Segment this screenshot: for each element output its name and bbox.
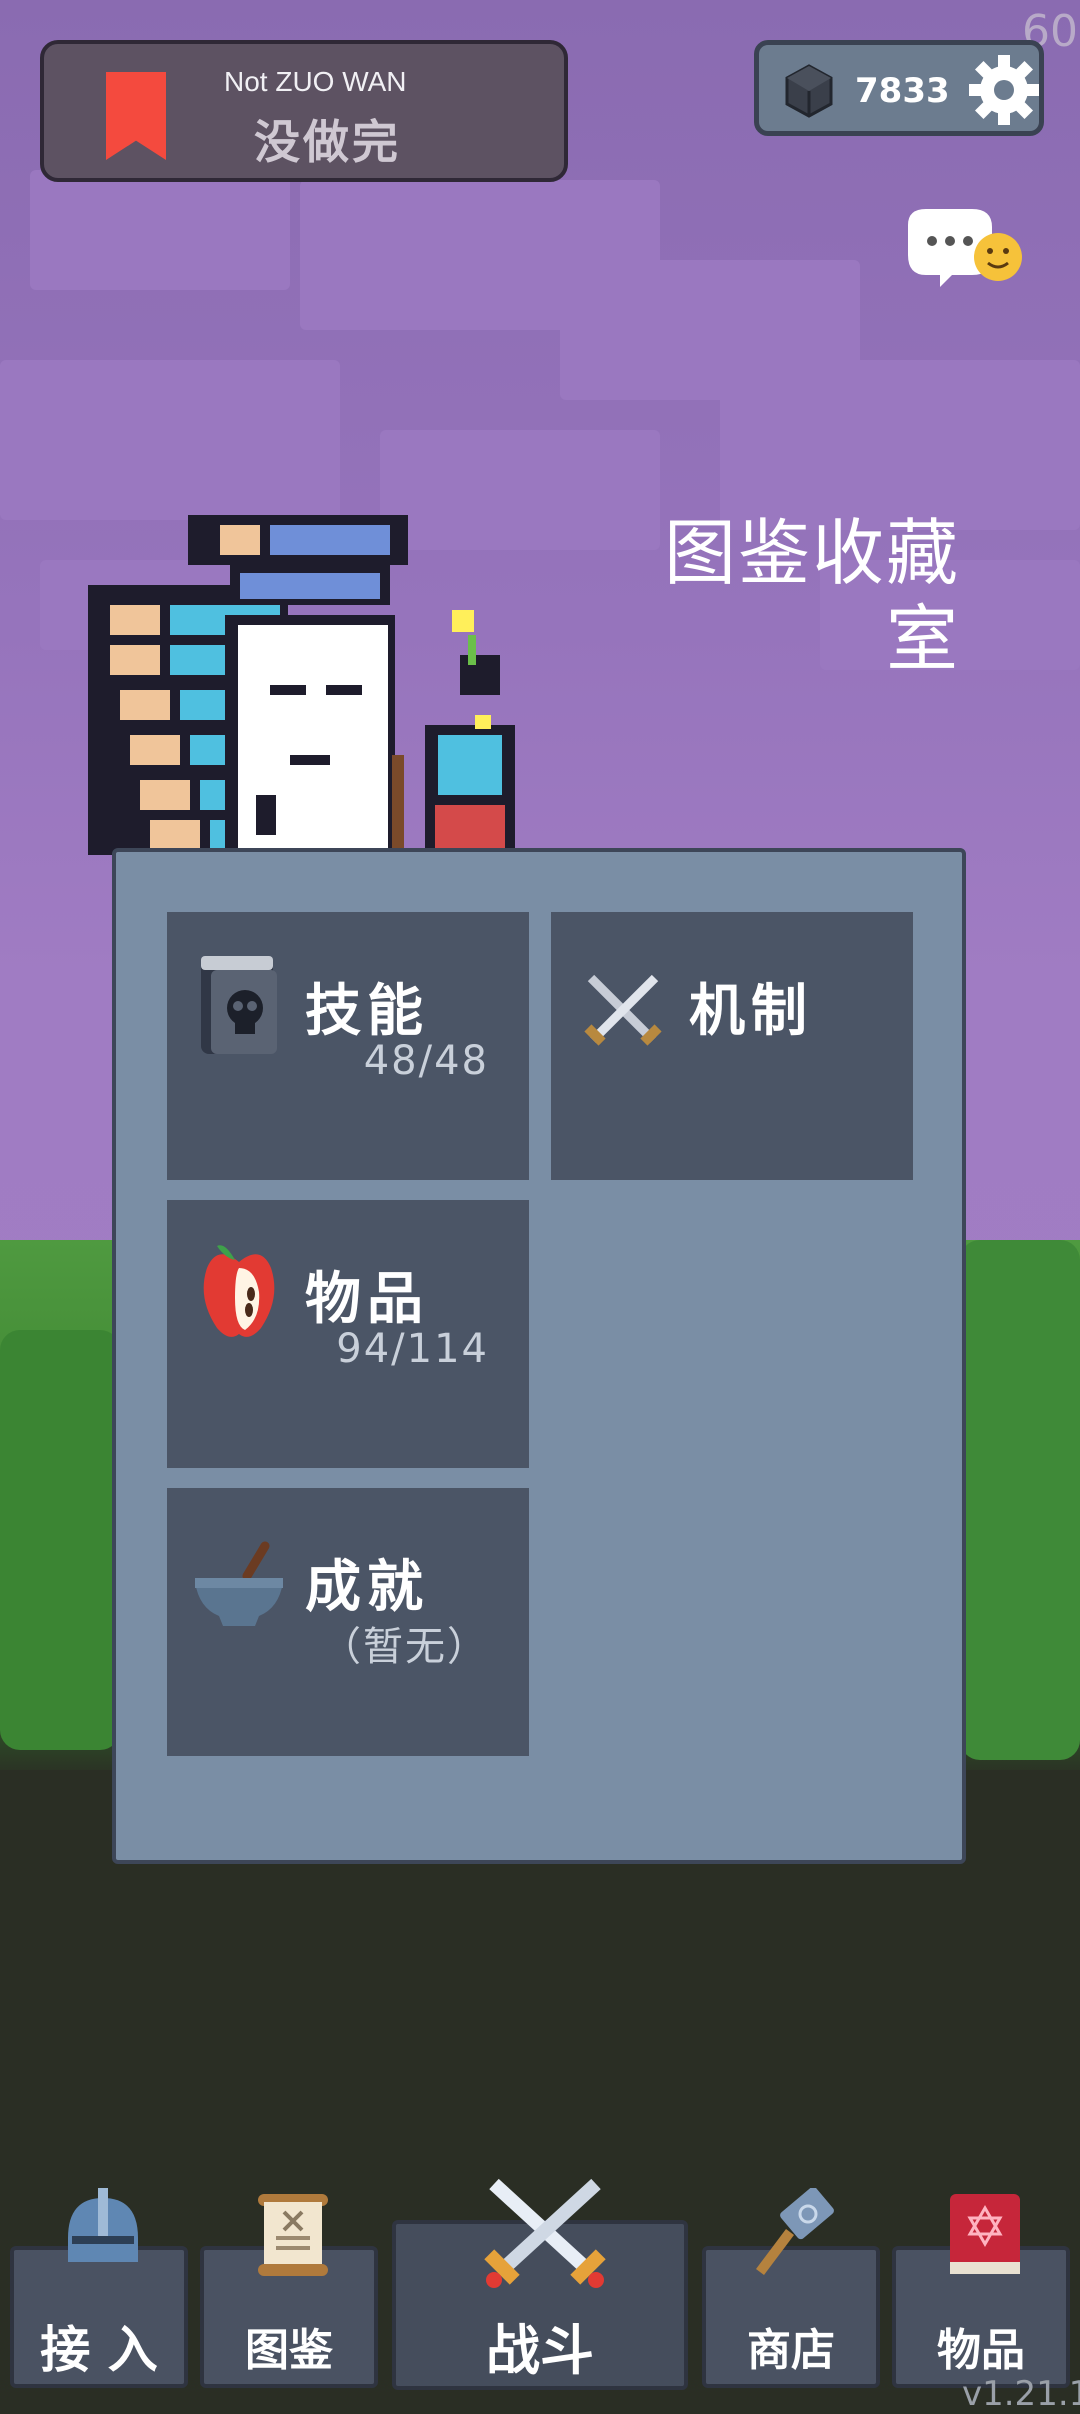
gear-icon[interactable] <box>965 51 1043 129</box>
skills-count: 48/48 <box>363 1038 489 1084</box>
tree-left <box>0 1330 120 1750</box>
skills-label: 技能 <box>305 979 429 1044</box>
mechanics-label: 机制 <box>689 979 813 1044</box>
skills-card[interactable]: 技能 48/48 <box>167 912 529 1180</box>
tree-right <box>960 1240 1080 1760</box>
nav-items-label: 物品 <box>937 2325 1025 2376</box>
currency-amount: 7833 <box>855 71 950 111</box>
nav-join[interactable]: 接 入 <box>10 2188 188 2388</box>
items-label: 物品 <box>305 1267 429 1332</box>
crossed-swords-icon <box>484 2178 606 2288</box>
hammer-icon <box>756 2188 834 2275</box>
crossed-swords-icon <box>584 974 662 1046</box>
nav-codex[interactable]: 图鉴 <box>200 2194 378 2388</box>
nav-join-label: 接 入 <box>40 2321 158 2379</box>
nav-battle[interactable]: 战斗 <box>392 2178 688 2390</box>
nav-items[interactable]: 物品 <box>892 2194 1070 2388</box>
achievements-card[interactable]: 成就 （暂无） <box>167 1488 529 1756</box>
banner-title: 没做完 <box>254 115 401 169</box>
skull-book-icon <box>201 956 277 1054</box>
mechanics-card[interactable]: 机制 <box>551 912 913 1180</box>
spellbook-icon <box>950 2194 1020 2274</box>
page-title: 图鉴收藏 室 <box>640 510 960 682</box>
codex-panel: 技能 48/48 机制 物品 94/114 成就 （暂无） <box>112 848 966 1864</box>
nav-battle-label: 战斗 <box>486 2319 594 2382</box>
chat-bubble-emoji-icon[interactable] <box>900 205 1024 305</box>
items-card[interactable]: 物品 94/114 <box>167 1200 529 1468</box>
cloud <box>30 170 290 290</box>
nav-codex-label: 图鉴 <box>245 2325 333 2376</box>
apple-icon <box>203 1245 275 1337</box>
scroll-icon <box>258 2194 328 2276</box>
achievements-count: （暂无） <box>321 1624 489 1670</box>
version-label: v1.21.1 <box>962 2374 1080 2414</box>
nav-shop-label: 商店 <box>747 2325 835 2376</box>
level-banner[interactable]: Not ZUO WAN 没做完 <box>40 40 568 182</box>
helmet-icon <box>68 2188 138 2262</box>
items-count: 94/114 <box>336 1326 489 1372</box>
bookmark-icon <box>106 72 166 160</box>
librarian-character-sprite <box>88 515 515 855</box>
page-title-line1: 图鉴收藏 <box>663 511 960 595</box>
banner-subtitle: Not ZUO WAN <box>224 66 407 97</box>
currency-panel: 7833 <box>754 40 1044 136</box>
achievements-label: 成就 <box>305 1555 429 1620</box>
cloud <box>0 360 340 520</box>
cloud <box>720 360 1080 530</box>
gem-hex-icon <box>785 64 833 118</box>
page-title-line2: 室 <box>885 597 960 681</box>
nav-shop[interactable]: 商店 <box>702 2188 880 2388</box>
mortar-bowl-icon <box>195 1541 283 1626</box>
bottom-nav: 接 入 图鉴 战斗 商店 物品 <box>0 2178 1080 2414</box>
